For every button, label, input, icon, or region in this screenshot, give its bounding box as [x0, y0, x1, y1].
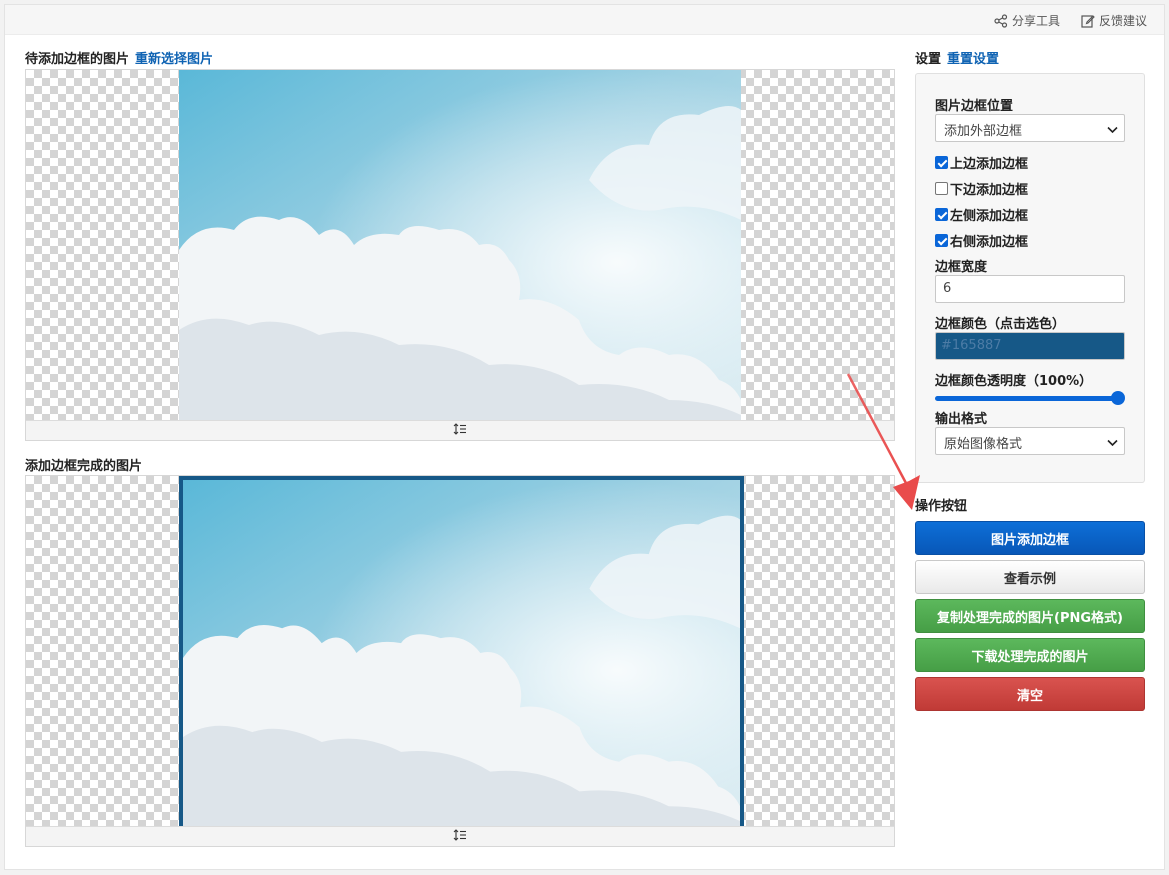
border-position-select[interactable]: 添加外部边框	[935, 114, 1125, 142]
feedback-label: 反馈建议	[1099, 14, 1148, 28]
border-width-input[interactable]: 6	[935, 275, 1125, 303]
bottom-border-label: 下边添加边框	[950, 183, 1029, 198]
resize-icon	[453, 828, 467, 845]
border-position-value: 添加外部边框	[944, 124, 1023, 139]
top-border-label: 上边添加边框	[950, 157, 1029, 172]
chevron-down-icon	[1107, 436, 1118, 451]
checkbox-checked-icon[interactable]	[935, 208, 948, 221]
border-position-label: 图片边框位置	[935, 99, 1014, 114]
top-bar: 分享工具 反馈建议	[5, 5, 1164, 35]
source-image	[179, 70, 741, 420]
border-color-label: 边框颜色（点击选色）	[935, 317, 1066, 332]
reselect-image-link[interactable]: 重新选择图片	[135, 52, 213, 67]
left-border-checkbox[interactable]: 左侧添加边框	[935, 205, 1028, 224]
output-format-select[interactable]: 原始图像格式	[935, 427, 1125, 455]
output-format-label: 输出格式	[935, 412, 988, 427]
slider-thumb[interactable]	[1111, 391, 1125, 405]
output-format-value: 原始图像格式	[944, 437, 1023, 452]
clear-button[interactable]: 清空	[915, 677, 1145, 711]
actions-section-title: 操作按钮	[915, 495, 967, 514]
share-icon	[994, 13, 1008, 28]
settings-panel: 图片边框位置 添加外部边框 上边添加边框 下边添加边框 左侧添加边框 右侧添加边…	[915, 73, 1145, 483]
copy-png-button[interactable]: 复制处理完成的图片(PNG格式)	[915, 599, 1145, 633]
source-image-panel	[25, 69, 895, 441]
result-image-panel	[25, 475, 895, 847]
source-title: 待添加边框的图片	[25, 52, 130, 67]
source-resize-handle[interactable]	[26, 420, 894, 440]
result-title: 添加边框完成的图片	[25, 459, 143, 474]
download-button[interactable]: 下载处理完成的图片	[915, 638, 1145, 672]
source-section-title: 待添加边框的图片 重新选择图片	[25, 48, 213, 67]
share-tool-label: 分享工具	[1012, 14, 1061, 28]
result-section-title: 添加边框完成的图片	[25, 455, 142, 474]
view-example-button[interactable]: 查看示例	[915, 560, 1145, 594]
checkbox-checked-icon[interactable]	[935, 156, 948, 169]
app-frame: 分享工具 反馈建议 待添加边框的图片 重新选择图片 添加边框完成的图片 设置 重…	[4, 4, 1165, 870]
result-resize-handle[interactable]	[26, 826, 894, 846]
slider-track	[935, 396, 1117, 401]
right-border-checkbox[interactable]: 右侧添加边框	[935, 231, 1028, 250]
border-color-input[interactable]: #165887	[935, 332, 1125, 360]
border-opacity-slider[interactable]	[935, 390, 1125, 406]
chevron-down-icon	[1107, 123, 1118, 138]
right-border-label: 右侧添加边框	[950, 235, 1029, 250]
bottom-border-checkbox[interactable]: 下边添加边框	[935, 179, 1028, 198]
reset-settings-link[interactable]: 重置设置	[947, 52, 999, 67]
result-canvas	[26, 476, 894, 826]
border-opacity-label: 边框颜色透明度（100%）	[935, 374, 1093, 389]
settings-section-title: 设置 重置设置	[915, 48, 999, 67]
actions-title: 操作按钮	[915, 499, 968, 514]
checkbox-checked-icon[interactable]	[935, 234, 948, 247]
share-tool-link[interactable]: 分享工具	[994, 12, 1060, 29]
add-border-button[interactable]: 图片添加边框	[915, 521, 1145, 555]
checkbox-unchecked-icon[interactable]	[935, 182, 948, 195]
border-width-label: 边框宽度	[935, 260, 988, 275]
source-canvas	[26, 70, 894, 420]
feedback-link[interactable]: 反馈建议	[1081, 12, 1147, 29]
resize-icon	[453, 422, 467, 439]
result-image	[179, 476, 744, 826]
edit-icon	[1081, 14, 1095, 28]
left-border-label: 左侧添加边框	[950, 209, 1029, 224]
top-border-checkbox[interactable]: 上边添加边框	[935, 153, 1028, 172]
settings-title: 设置	[915, 52, 942, 67]
